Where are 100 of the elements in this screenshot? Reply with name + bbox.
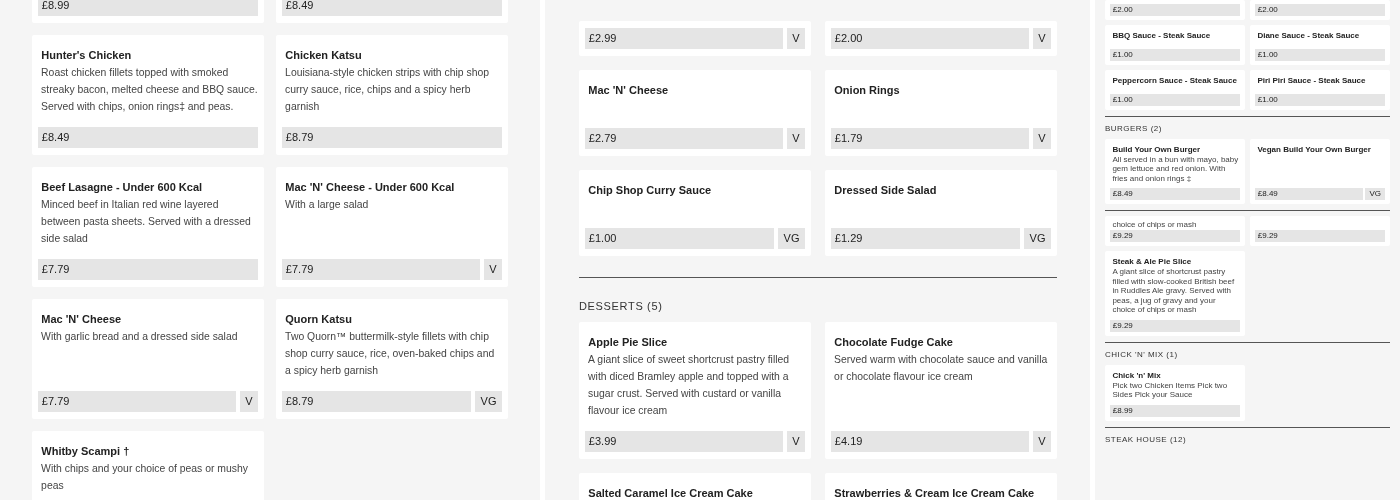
menu-card[interactable]: £2.99 V: [579, 21, 811, 56]
price-tag: £8.49: [282, 0, 502, 16]
price-tag: £9.29: [1110, 319, 1240, 332]
dish-name: Build Your Own Burger: [1111, 143, 1202, 155]
diet-badge: V: [1032, 28, 1051, 49]
dish-name: Vegan Build Your Own Burger: [1256, 143, 1372, 155]
menu-card[interactable]: Piri Piri Sauce - Steak Sauce £1.00: [1250, 70, 1390, 110]
price-tag: £8.79: [282, 391, 472, 412]
menu-card[interactable]: Chocolate Fudge Cake Served warm with chocolate sauce and vanilla or chocolate flavour ice cream £4.19 V: [825, 322, 1057, 460]
menu-card[interactable]: Onion Rings £1.79 V: [825, 70, 1057, 156]
menu-card[interactable]: Mac 'N' Cheese £2.79 V: [579, 70, 811, 156]
dish-description: With a large salad: [284, 198, 370, 212]
menu-card[interactable]: Apple Pie Slice A giant slice of sweet shortcrust pastry filled with diced Bramley apple and topped with a sugar crust. Served with custard or vanilla flavour ice cream £3.99 V: [579, 322, 811, 460]
dish-description: Minced beef in Italian red wine layered between pasta sheets. Served with a dressed side salad: [40, 198, 252, 246]
dish-name: Diane Sauce - Steak Sauce: [1256, 30, 1361, 41]
dish-description: All served in a bun with mayo, baby gem lettuce and red onion. With fries and onion rings ‡: [1111, 154, 1240, 184]
dish-description: Louisiana-style chicken strips with chip shop curry sauce, rice, chips and a spicy herb garnish: [284, 66, 490, 114]
price-tag: £8.99: [38, 0, 258, 16]
menu-card[interactable]: Diane Sauce - Steak Sauce £1.00: [1250, 25, 1390, 65]
price-tag: £7.79: [38, 391, 236, 412]
menu-card[interactable]: £9.29: [1250, 216, 1390, 246]
price-tag: £9.29: [1110, 229, 1240, 242]
menu-card[interactable]: Whitby Scampi † With chips and your choice of peas or mushy peas: [32, 431, 264, 500]
menu-card[interactable]: £2.00 V: [825, 21, 1057, 56]
dish-name: Mac 'N' Cheese: [587, 83, 670, 98]
dish-description: Roast chicken fillets topped with smoked streaky bacon, melted cheese and BBQ sauce. Served with chips, onion rings‡ and peas.: [40, 66, 258, 114]
menu-card[interactable]: Chip Shop Curry Sauce £1.00 VG: [579, 170, 811, 256]
dish-name: Apple Pie Slice: [587, 335, 669, 351]
price-tag: £1.00: [1110, 49, 1240, 61]
price-tag: £7.79: [282, 259, 480, 280]
menu-card[interactable]: £8.49: [276, 0, 508, 23]
price-tag: £1.00: [1255, 94, 1385, 106]
price-tag: £2.00: [1110, 4, 1240, 16]
dish-description: Served warm with chocolate sauce and vanilla or chocolate flavour ice cream: [833, 353, 1049, 385]
menu-card[interactable]: Chick 'n' Mix Pick two Chicken Items Pick two Sides Pick your Sauce £8.99: [1105, 364, 1245, 421]
price-tag: £7.79: [38, 259, 258, 280]
dish-name: Chip Shop Curry Sauce: [587, 183, 713, 198]
menu-card[interactable]: Salted Caramel Ice Cream Cake: [579, 473, 811, 500]
dish-name: Chicken Katsu: [284, 48, 363, 63]
dish-name: Mac 'N' Cheese: [40, 312, 123, 327]
dish-name: Peppercorn Sauce - Steak Sauce: [1111, 75, 1238, 86]
section-heading: STEAK HOUSE (12): [1105, 434, 1188, 445]
menu-card[interactable]: choice of chips or mash £9.29: [1105, 216, 1245, 246]
menu-card[interactable]: Mac 'N' Cheese With garlic bread and a dressed side salad £7.79 V: [32, 299, 264, 419]
menu-card[interactable]: Quorn Katsu Two Quorn™ buttermilk-style fillets with chip shop curry sauce, rice, oven-baked chips and a spicy herb garnish £8.79 VG: [276, 299, 508, 419]
diet-badge: VG: [1024, 228, 1051, 249]
diet-badge: V: [1032, 128, 1051, 149]
dish-name: Steak & Ale Pie Slice: [1111, 255, 1193, 267]
section-heading: BURGERS (2): [1105, 124, 1163, 134]
dish-name: Dressed Side Salad: [833, 183, 938, 198]
diet-badge: VG: [778, 228, 805, 249]
dish-name: Whitby Scampi †: [40, 444, 131, 459]
dish-name: Strawberries & Cream Ice Cream Cake: [833, 486, 1036, 500]
dish-name: Chick 'n' Mix: [1111, 369, 1162, 381]
menu-card[interactable]: £8.99: [32, 0, 264, 23]
menu-card[interactable]: Chicken Katsu Louisiana-style chicken strips with chip shop curry sauce, rice, chips and a spicy herb garnish £8.79: [276, 35, 508, 155]
price-tag: £8.79: [282, 127, 502, 148]
dish-name: Onion Rings: [833, 83, 901, 98]
price-tag: £9.29: [1255, 229, 1385, 242]
dish-name: Mac 'N' Cheese - Under 600 Kcal: [284, 180, 456, 195]
dish-name: Piri Piri Sauce - Steak Sauce: [1256, 75, 1367, 86]
dish-name: Salted Caramel Ice Cream Cake: [587, 486, 754, 500]
menu-card[interactable]: Strawberries & Cream Ice Cream Cake: [825, 473, 1057, 500]
menu-card[interactable]: Peppercorn Sauce - Steak Sauce £1.00: [1105, 70, 1245, 110]
menu-card[interactable]: Build Your Own Burger All served in a bun with mayo, baby gem lettuce and red onion. With fries and onion rings ‡ £8.49: [1105, 138, 1245, 205]
dish-name: Chocolate Fudge Cake: [833, 335, 954, 351]
price-tag: £1.00: [1255, 49, 1385, 61]
dish-name: Beef Lasagne - Under 600 Kcal: [40, 180, 204, 195]
menu-card[interactable]: Mac 'N' Cheese - Under 600 Kcal With a large salad £7.79 V: [276, 167, 508, 287]
menu-card[interactable]: Dressed Side Salad £1.29 VG: [825, 170, 1057, 256]
diet-badge: V: [239, 391, 258, 412]
price-tag: £1.29: [831, 228, 1021, 249]
menu-card[interactable]: Steak & Ale Pie Slice A giant slice of shortcrust pastry filled with slow-cooked British beef in Ruddles Ale gravy. Served with peas, a jug of gravy and your choice of chips or mash £9.29: [1105, 250, 1245, 336]
diet-badge: VG: [1365, 188, 1385, 201]
price-tag: £8.49: [1110, 188, 1240, 201]
dish-name: Quorn Katsu: [284, 312, 353, 327]
price-tag: £2.00: [1255, 4, 1385, 16]
diet-badge: V: [786, 28, 805, 49]
menu-card[interactable]: £2.00: [1105, 0, 1245, 20]
menu-card[interactable]: Hunter's Chicken Roast chicken fillets topped with smoked streaky bacon, melted cheese and BBQ sauce. Served with chips, onion rings‡ and peas. £8.49: [32, 35, 264, 155]
price-tag: £3.99: [585, 431, 783, 453]
price-tag: £4.19: [831, 431, 1029, 453]
price-tag: £1.00: [585, 228, 775, 249]
diet-badge: VG: [475, 391, 502, 412]
price-tag: £8.99: [1110, 404, 1240, 417]
price-tag: £2.00: [831, 28, 1029, 49]
dish-description: choice of chips or mash: [1111, 220, 1198, 230]
section-heading: CHICK 'N' MIX (1): [1105, 349, 1179, 360]
menu-card[interactable]: Vegan Build Your Own Burger £8.49 VG: [1250, 138, 1390, 205]
menu-card[interactable]: Beef Lasagne - Under 600 Kcal Minced beef in Italian red wine layered between pasta sheets. Served with a dressed side salad £7.79: [32, 167, 264, 287]
price-tag: £2.99: [585, 28, 783, 49]
section-heading: DESSERTS (5): [579, 300, 664, 314]
dish-description: Pick two Chicken Items Pick two Sides Pick your Sauce: [1111, 380, 1229, 400]
dish-description: A giant slice of shortcrust pastry filled with slow-cooked British beef in Ruddles Ale gravy. Served with peas, a jug of gravy and your choice of chips or mash: [1111, 266, 1236, 315]
price-tag: £2.79: [585, 128, 783, 149]
menu-card[interactable]: £2.00: [1250, 0, 1390, 20]
diet-badge: V: [786, 128, 805, 149]
price-tag: £8.49: [1255, 188, 1363, 201]
menu-card[interactable]: BBQ Sauce - Steak Sauce £1.00: [1105, 25, 1245, 65]
dish-name: Hunter's Chicken: [40, 48, 133, 63]
